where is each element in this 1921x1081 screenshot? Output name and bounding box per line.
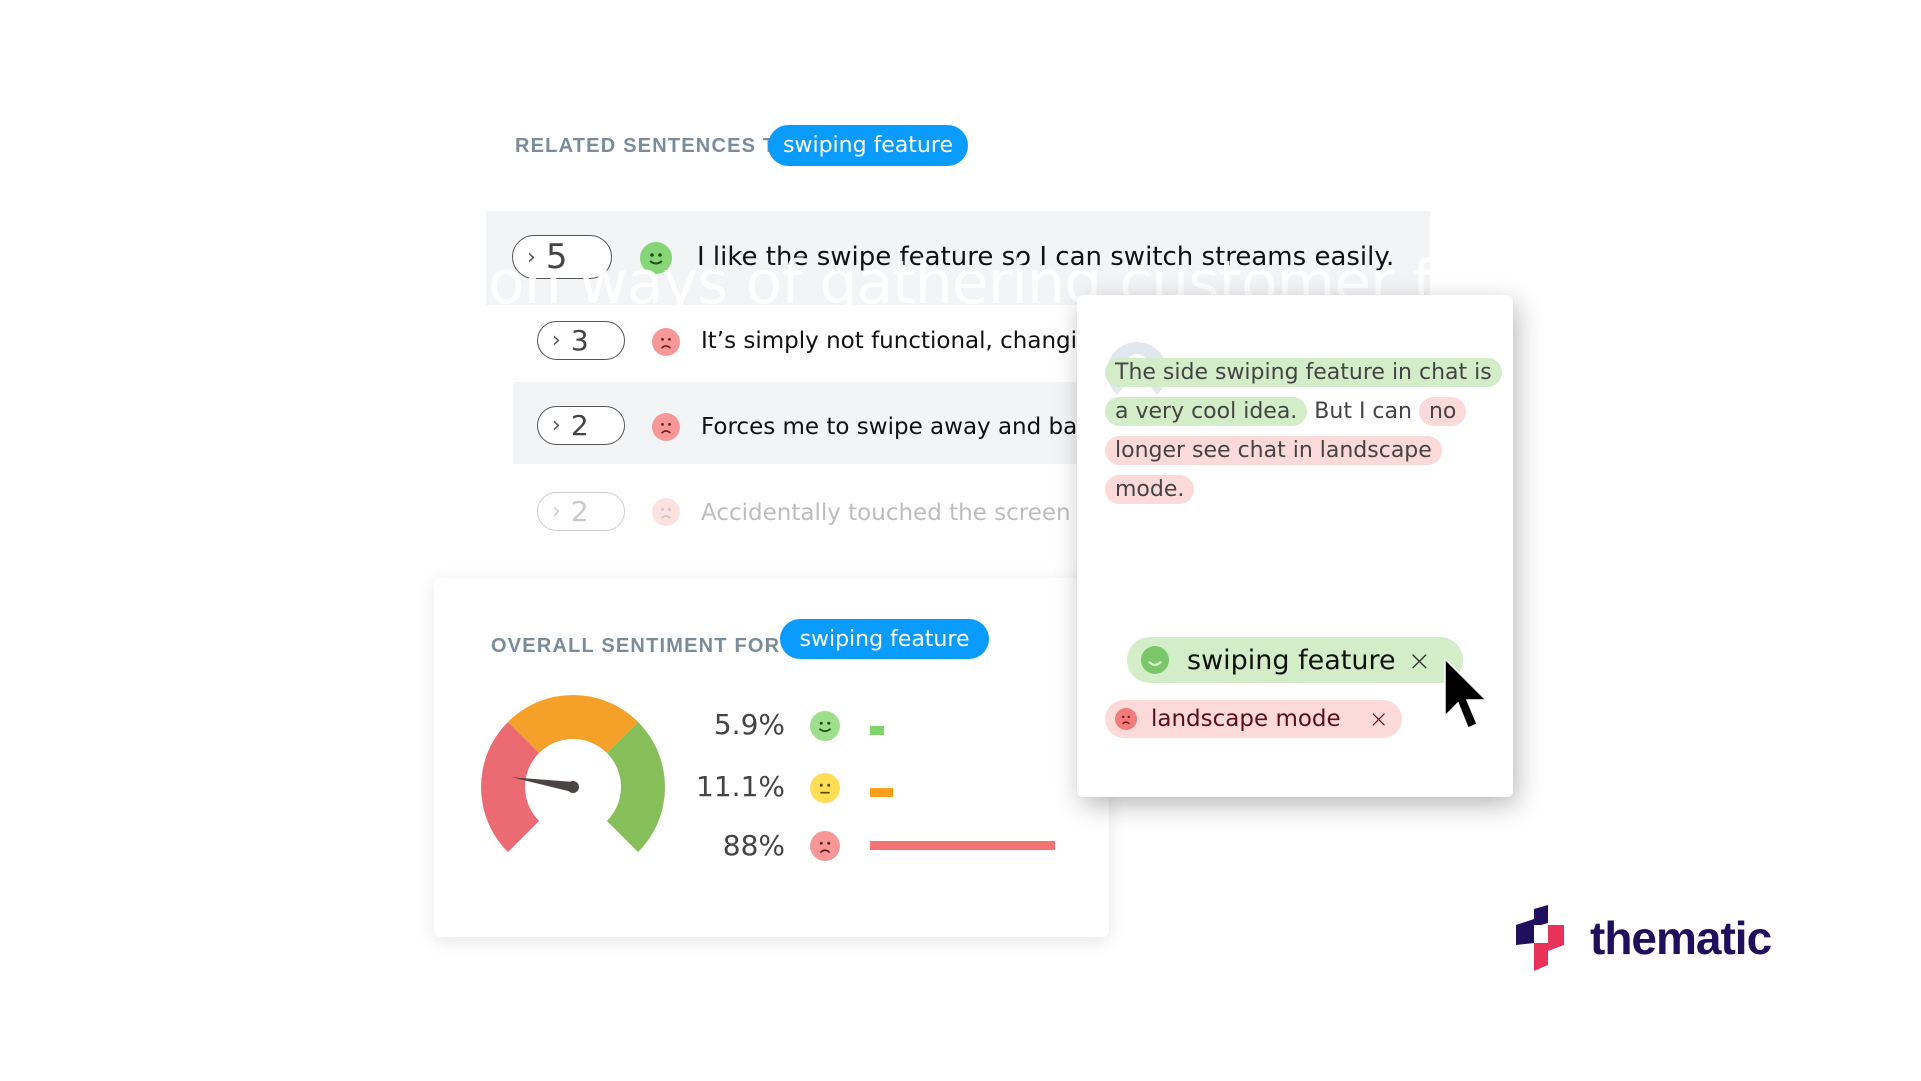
positive-face-icon bbox=[640, 242, 672, 274]
gauge-needle-hub bbox=[567, 781, 579, 793]
count-value: 5 bbox=[545, 237, 568, 277]
related-theme-pill[interactable]: swiping feature bbox=[768, 125, 968, 166]
thematic-logo-icon bbox=[1516, 905, 1564, 971]
positive-face-icon bbox=[810, 711, 840, 741]
thematic-logo: thematic bbox=[1516, 905, 1772, 971]
negative-face-icon bbox=[1115, 708, 1137, 730]
count-value: 2 bbox=[570, 495, 589, 528]
mouse-cursor-icon bbox=[1444, 658, 1488, 730]
expand-count-button[interactable]: › 2 bbox=[537, 406, 625, 445]
chevron-right-icon: › bbox=[552, 328, 561, 353]
positive-percentage: 5.9% bbox=[713, 708, 785, 741]
related-sentences-label: RELATED SENTENCES TO bbox=[515, 135, 793, 157]
neutral-face-icon bbox=[810, 773, 840, 803]
negative-face-icon bbox=[652, 413, 680, 441]
sentence-text[interactable]: It’s simply not functional, changing bbox=[701, 328, 1106, 354]
sentence-text[interactable]: Accidentally touched the screen an bbox=[701, 500, 1107, 526]
sentiment-gauge bbox=[481, 695, 665, 853]
tag-label: landscape mode bbox=[1151, 706, 1341, 732]
count-value: 2 bbox=[570, 409, 589, 442]
close-icon[interactable]: × bbox=[1369, 705, 1389, 733]
theme-tag-swiping-feature[interactable]: swiping feature × bbox=[1127, 637, 1463, 683]
sentiment-theme-pill[interactable]: swiping feature bbox=[780, 619, 989, 659]
negative-face-icon bbox=[652, 498, 680, 526]
negative-face-icon bbox=[652, 328, 680, 356]
neutral-percentage: 11.1% bbox=[696, 770, 785, 803]
sentence-text[interactable]: Forces me to swipe away and back bbox=[701, 414, 1103, 440]
positive-face-icon bbox=[1141, 646, 1169, 674]
negative-face-icon bbox=[810, 831, 840, 861]
tag-label: swiping feature bbox=[1187, 644, 1396, 676]
expand-count-button[interactable]: › 5 bbox=[512, 235, 612, 279]
close-icon[interactable]: × bbox=[1408, 644, 1431, 677]
theme-tag-landscape-mode[interactable]: landscape mode × bbox=[1105, 700, 1402, 738]
expand-count-button[interactable]: › 3 bbox=[537, 321, 625, 360]
overall-sentiment-label: OVERALL SENTIMENT FOR bbox=[491, 635, 781, 657]
brand-name: thematic bbox=[1590, 912, 1772, 964]
count-value: 3 bbox=[570, 324, 589, 357]
sentence-text[interactable]: I like the swipe feature so I can switch… bbox=[697, 242, 1394, 272]
negative-bar bbox=[870, 841, 1055, 850]
neutral-bar bbox=[870, 788, 894, 797]
chevron-right-icon: › bbox=[552, 413, 561, 438]
expand-count-button[interactable]: › 2 bbox=[537, 492, 625, 531]
positive-bar bbox=[870, 726, 884, 735]
chevron-right-icon: › bbox=[527, 244, 536, 270]
chevron-right-icon: › bbox=[552, 499, 561, 524]
plain-text: But I can bbox=[1307, 399, 1419, 424]
overall-sentiment-card: OVERALL SENTIMENT FOR swiping feature 5.… bbox=[434, 578, 1109, 937]
negative-percentage: 88% bbox=[722, 829, 785, 862]
